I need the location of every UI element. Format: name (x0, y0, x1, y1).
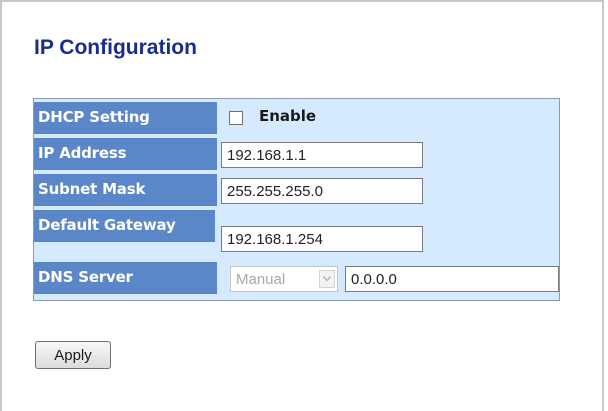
ip-address-input[interactable] (221, 142, 423, 168)
ip-address-label: IP Address (38, 144, 127, 162)
apply-button[interactable]: Apply (35, 341, 111, 369)
dns-server-label-cell: DNS Server (34, 262, 217, 294)
subnet-mask-label-cell: Subnet Mask (34, 174, 217, 206)
dns-server-label: DNS Server (38, 268, 133, 286)
dhcp-setting-label-cell: DHCP Setting (34, 102, 217, 134)
dhcp-enable-label[interactable]: Enable (259, 107, 316, 125)
subnet-mask-input[interactable] (221, 178, 423, 204)
subnet-mask-label: Subnet Mask (38, 180, 146, 198)
page-frame: IP Configuration DHCP Setting Enable IP … (0, 0, 604, 411)
page-title: IP Configuration (34, 36, 197, 59)
chevron-down-icon (319, 270, 335, 288)
dns-mode-selected: Manual (236, 271, 286, 288)
default-gateway-input[interactable] (221, 226, 423, 252)
dns-mode-select[interactable]: Manual (230, 266, 338, 292)
ip-config-table: DHCP Setting Enable IP Address Subnet Ma… (33, 98, 560, 301)
dhcp-setting-label: DHCP Setting (38, 108, 150, 126)
dns-server-input[interactable] (345, 266, 559, 292)
dhcp-enable-checkbox[interactable] (229, 111, 243, 125)
default-gateway-label: Default Gateway (38, 216, 176, 234)
ip-address-label-cell: IP Address (34, 138, 217, 170)
default-gateway-label-cell: Default Gateway (34, 210, 215, 242)
